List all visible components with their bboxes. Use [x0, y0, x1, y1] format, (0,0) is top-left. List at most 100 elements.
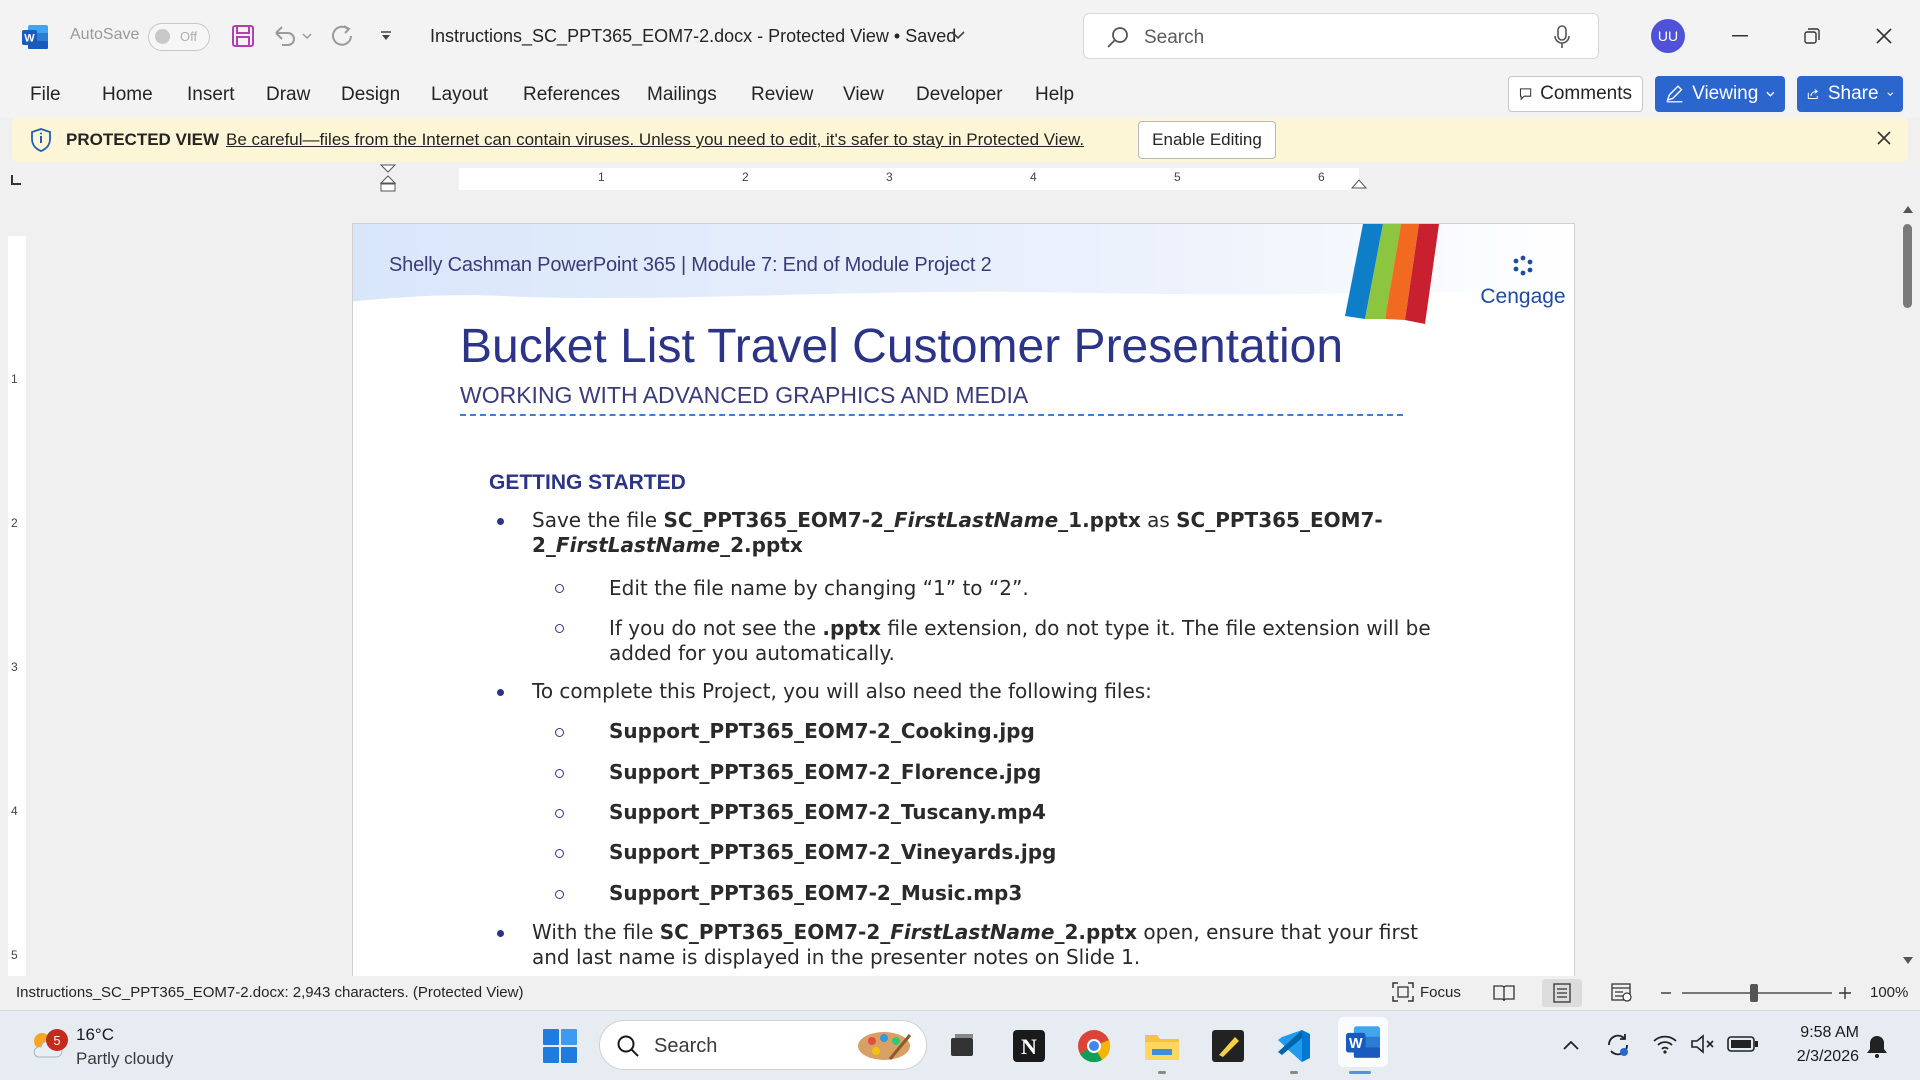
horizontal-ruler[interactable]: 1 2 3 4 5 6 — [0, 164, 1920, 194]
document-title[interactable]: Instructions_SC_PPT365_EOM7-2.docx - Pro… — [430, 26, 956, 47]
minimize-icon[interactable] — [1720, 18, 1760, 54]
right-indent-marker-icon[interactable] — [1350, 176, 1368, 190]
web-layout-button[interactable] — [1602, 979, 1642, 1007]
share-icon — [1807, 89, 1819, 99]
wifi-icon[interactable] — [1652, 1033, 1678, 1055]
tab-selector-icon[interactable] — [10, 174, 22, 186]
save-icon[interactable] — [229, 22, 257, 50]
tab-review[interactable]: Review — [751, 84, 813, 106]
weather-condition: Partly cloudy — [76, 1049, 174, 1068]
bullet-marker — [497, 689, 504, 696]
vertical-ruler[interactable]: 1 2 3 4 5 — [0, 196, 34, 976]
section-heading: GETTING STARTED — [489, 471, 686, 494]
running-indicator — [1290, 1071, 1298, 1074]
search-icon — [1107, 27, 1128, 48]
document-page[interactable]: Shelly Cashman PowerPoint 365 | Module 7… — [352, 223, 1575, 980]
scrollbar-thumb[interactable] — [1903, 224, 1912, 308]
tab-help[interactable]: Help — [1035, 84, 1074, 106]
enable-editing-button[interactable]: Enable Editing — [1138, 121, 1276, 159]
task-view-icon[interactable] — [941, 1025, 983, 1067]
sub-bullet-marker — [555, 769, 564, 778]
sync-icon[interactable] — [1604, 1031, 1632, 1059]
tab-draw[interactable]: Draw — [266, 84, 310, 106]
indent-marker-icon[interactable] — [378, 164, 398, 194]
document-statistics[interactable]: Instructions_SC_PPT365_EOM7-2.docx: 2,94… — [16, 984, 523, 1001]
scroll-down-icon[interactable] — [1902, 956, 1914, 966]
read-mode-button[interactable] — [1484, 979, 1524, 1007]
tab-design[interactable]: Design — [341, 84, 400, 106]
dashed-divider — [460, 414, 1403, 416]
user-avatar[interactable]: UU — [1651, 19, 1685, 53]
document-header-text: Shelly Cashman PowerPoint 365 | Module 7… — [389, 254, 992, 276]
word-taskbar-icon[interactable]: W — [1338, 1017, 1388, 1067]
tab-references[interactable]: References — [523, 84, 620, 106]
tab-layout[interactable]: Layout — [431, 84, 488, 106]
title-dropdown-icon[interactable] — [951, 30, 965, 40]
microphone-icon[interactable] — [1553, 25, 1571, 49]
clock-time: 9:58 AM — [1800, 1024, 1859, 1041]
notifications-icon[interactable] — [1864, 1033, 1890, 1059]
color-stripes-graphic — [1345, 224, 1439, 324]
viewing-mode-button[interactable]: Viewing — [1655, 76, 1785, 112]
redo-icon[interactable] — [328, 22, 356, 50]
search-icon — [617, 1035, 639, 1057]
show-hidden-icons-chevron[interactable] — [1562, 1039, 1580, 1051]
autosave-state: Off — [180, 29, 198, 44]
cengage-wordmark: Cengage — [1480, 285, 1566, 308]
taskbar-search-placeholder: Search — [654, 1035, 718, 1057]
undo-icon[interactable] — [271, 22, 299, 50]
undo-dropdown-icon[interactable] — [300, 22, 314, 50]
zoom-level[interactable]: 100% — [1870, 984, 1908, 1001]
sticky-notes-icon[interactable] — [1207, 1025, 1249, 1067]
zoom-slider-thumb[interactable] — [1750, 984, 1758, 1002]
svg-text:N: N — [1021, 1034, 1037, 1059]
ruler-number: 4 — [1030, 170, 1037, 184]
paint-palette-icon — [858, 1032, 912, 1060]
temperature: 16°C — [76, 1025, 114, 1044]
list-item: Support_PPT365_EOM7-2_Cooking.jpg — [609, 719, 1035, 743]
cengage-logo-icon — [1513, 255, 1533, 276]
close-window-icon[interactable] — [1864, 18, 1904, 54]
battery-icon[interactable] — [1727, 1035, 1759, 1053]
list-item: To complete this Project, you will also … — [532, 679, 1152, 703]
share-button[interactable]: Share — [1797, 76, 1903, 112]
sub-bullet-marker — [555, 890, 564, 899]
sub-bullet-marker — [555, 809, 564, 818]
search-box[interactable]: Search — [1083, 13, 1599, 59]
chrome-icon[interactable] — [1073, 1025, 1115, 1067]
svg-text:W: W — [1349, 1036, 1363, 1052]
taskbar-search[interactable]: Search — [599, 1020, 927, 1070]
pen-icon — [1666, 85, 1683, 103]
focus-icon — [1392, 982, 1414, 1002]
volume-muted-icon[interactable] — [1690, 1033, 1716, 1055]
tab-home[interactable]: Home — [102, 84, 153, 106]
scroll-up-icon[interactable] — [1902, 204, 1914, 214]
tab-view[interactable]: View — [843, 84, 884, 106]
print-layout-button[interactable] — [1542, 979, 1582, 1007]
tab-mailings[interactable]: Mailings — [647, 84, 717, 106]
protected-view-message[interactable]: Be careful—files from the Internet can c… — [226, 130, 1084, 150]
autosave-toggle[interactable]: Off — [148, 23, 210, 51]
system-clock[interactable]: 9:58 AM 2/3/2026 — [1779, 1021, 1859, 1069]
zoom-in-icon[interactable] — [1838, 986, 1852, 1000]
list-item: Support_PPT365_EOM7-2_Florence.jpg — [609, 760, 1042, 784]
close-icon[interactable] — [1874, 128, 1894, 148]
restore-icon[interactable] — [1792, 18, 1832, 54]
vertical-scrollbar[interactable] — [1896, 196, 1920, 976]
tab-file[interactable]: File — [30, 84, 61, 106]
ruler-number: 4 — [11, 804, 18, 818]
tab-insert[interactable]: Insert — [187, 84, 235, 106]
tab-developer[interactable]: Developer — [916, 84, 1003, 106]
comments-button[interactable]: Comments — [1508, 76, 1643, 112]
comment-icon — [1519, 88, 1532, 101]
sub-bullet-marker — [555, 584, 564, 593]
zoom-out-icon[interactable] — [1660, 986, 1672, 1000]
file-explorer-icon[interactable] — [1141, 1025, 1183, 1067]
notion-icon[interactable]: N — [1008, 1025, 1050, 1067]
start-button[interactable] — [539, 1025, 581, 1067]
search-placeholder: Search — [1144, 27, 1205, 48]
vscode-icon[interactable] — [1273, 1025, 1315, 1067]
focus-button[interactable]: Focus — [1392, 982, 1461, 1002]
customize-toolbar-icon[interactable] — [372, 22, 400, 50]
web-layout-icon — [1611, 983, 1632, 1002]
